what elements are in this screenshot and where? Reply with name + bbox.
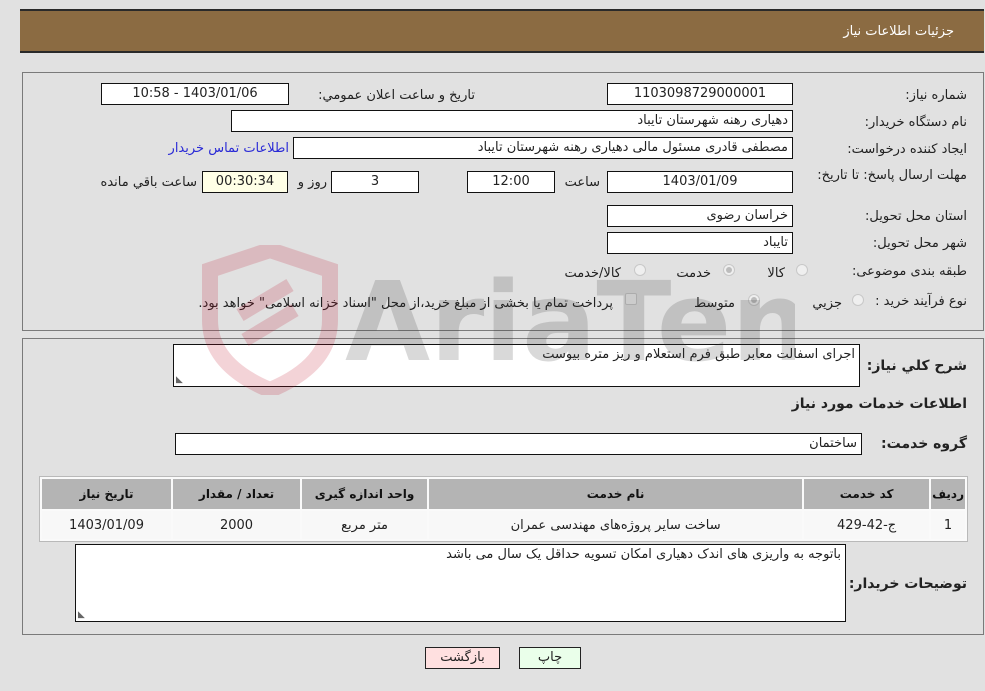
buyer-notes-textarea[interactable]: باتوجه به واریزی های اندک دهیاری امکان ت…: [75, 544, 846, 622]
days-label: روز و: [297, 175, 327, 190]
cell-service-name: ساخت سایر پروژه‌های مهندسی عمران: [429, 511, 803, 539]
buyer-org-label: نام دستگاه خریدار:: [864, 115, 967, 130]
purchase-option-medium: متوسط: [694, 296, 735, 311]
description-textarea[interactable]: اجرای اسفالت معابر طبق فرم استعلام و ریز…: [173, 344, 860, 387]
cell-unit: متر مربع: [302, 511, 428, 539]
delivery-city-label: شهر محل تحویل:: [872, 236, 967, 251]
col-header-need-date: تاریخ نیاز: [42, 479, 172, 509]
resize-grip-icon[interactable]: ◢: [78, 610, 85, 620]
service-group-field[interactable]: ساختمان: [175, 433, 862, 455]
announce-datetime-label: تاریخ و ساعت اعلان عمومي:: [318, 88, 475, 103]
category-radio-goods[interactable]: [796, 264, 808, 276]
deadline-time-label: ساعت: [564, 175, 600, 190]
need-number-label: شماره نیاز:: [905, 88, 967, 103]
requester-field[interactable]: مصطفی قادری مسئول مالی دهیاری رهنه شهرست…: [293, 137, 793, 159]
purchase-option-minor: جزيي: [812, 296, 842, 311]
cell-need-date: 1403/01/09: [42, 511, 172, 539]
cell-row-number: 1: [931, 511, 965, 539]
cell-service-code: ج-42-429: [804, 511, 930, 539]
service-group-label: گروه خدمت:: [881, 436, 967, 452]
treasury-checkbox[interactable]: [625, 293, 637, 305]
time-remaining-label: ساعت باقي مانده: [100, 175, 197, 190]
announce-datetime-field[interactable]: 1403/01/06 - 10:58: [101, 83, 289, 105]
category-option-goods: کالا: [767, 266, 785, 281]
print-button[interactable]: چاپ: [519, 647, 581, 669]
col-header-service-code: کد خدمت: [804, 479, 930, 509]
deadline-date-field[interactable]: 1403/01/09: [607, 171, 793, 193]
table-row: 1 ج-42-429 ساخت سایر پروژه‌های مهندسی عم…: [42, 511, 965, 539]
back-button[interactable]: بازگشت: [425, 647, 500, 669]
category-radio-service[interactable]: [723, 264, 735, 276]
buyer-notes-label: توضیحات خریدار:: [848, 576, 967, 592]
buyer-notes-text: باتوجه به واریزی های اندک دهیاری امکان ت…: [446, 547, 841, 562]
services-heading: اطلاعات خدمات مورد نیاز: [791, 396, 967, 412]
description-label: شرح کلي نیاز:: [866, 358, 967, 374]
description-text: اجرای اسفالت معابر طبق فرم استعلام و ریز…: [542, 347, 855, 362]
need-number-field[interactable]: 1103098729000001: [607, 83, 793, 105]
days-remaining-field[interactable]: 3: [331, 171, 419, 193]
col-header-unit: واحد اندازه گیری: [302, 479, 428, 509]
buyer-contact-link[interactable]: اطلاعات تماس خریدار: [169, 141, 289, 156]
purchase-type-label: نوع فرآیند خرید :: [875, 294, 967, 309]
cell-quantity: 2000: [173, 511, 301, 539]
category-option-service: خدمت: [676, 266, 711, 281]
requester-label: ایجاد کننده درخواست:: [847, 142, 967, 157]
services-table: ردیف کد خدمت نام خدمت واحد اندازه گیری ت…: [39, 476, 968, 542]
category-option-goods-service: کالا/خدمت: [564, 266, 621, 281]
deadline-time-field[interactable]: 12:00: [467, 171, 555, 193]
page-title: جزئیات اطلاعات نیاز: [843, 24, 954, 39]
deadline-label: مهلت ارسال پاسخ: تا تاریخ:: [817, 168, 967, 183]
table-header-row: ردیف کد خدمت نام خدمت واحد اندازه گیری ت…: [42, 479, 965, 509]
buyer-org-field[interactable]: دهیاری رهنه شهرستان تایباد: [231, 110, 793, 132]
delivery-province-field[interactable]: خراسان رضوی: [607, 205, 793, 227]
purchase-radio-medium[interactable]: [748, 294, 760, 306]
category-label: طبقه بندی موضوعی:: [851, 264, 967, 279]
col-header-service-name: نام خدمت: [429, 479, 803, 509]
resize-grip-icon[interactable]: ◢: [176, 375, 183, 385]
col-header-row-number: ردیف: [931, 479, 965, 509]
purchase-radio-minor[interactable]: [852, 294, 864, 306]
delivery-province-label: استان محل تحویل:: [865, 209, 967, 224]
page-header: جزئیات اطلاعات نیاز: [20, 9, 984, 53]
delivery-city-field[interactable]: تایباد: [607, 232, 793, 254]
treasury-note: پرداخت تمام یا بخشی از مبلغ خرید،از محل …: [198, 296, 613, 311]
col-header-quantity: تعداد / مقدار: [173, 479, 301, 509]
category-radio-goods-service[interactable]: [634, 264, 646, 276]
time-remaining-field: 00:30:34: [202, 171, 288, 193]
